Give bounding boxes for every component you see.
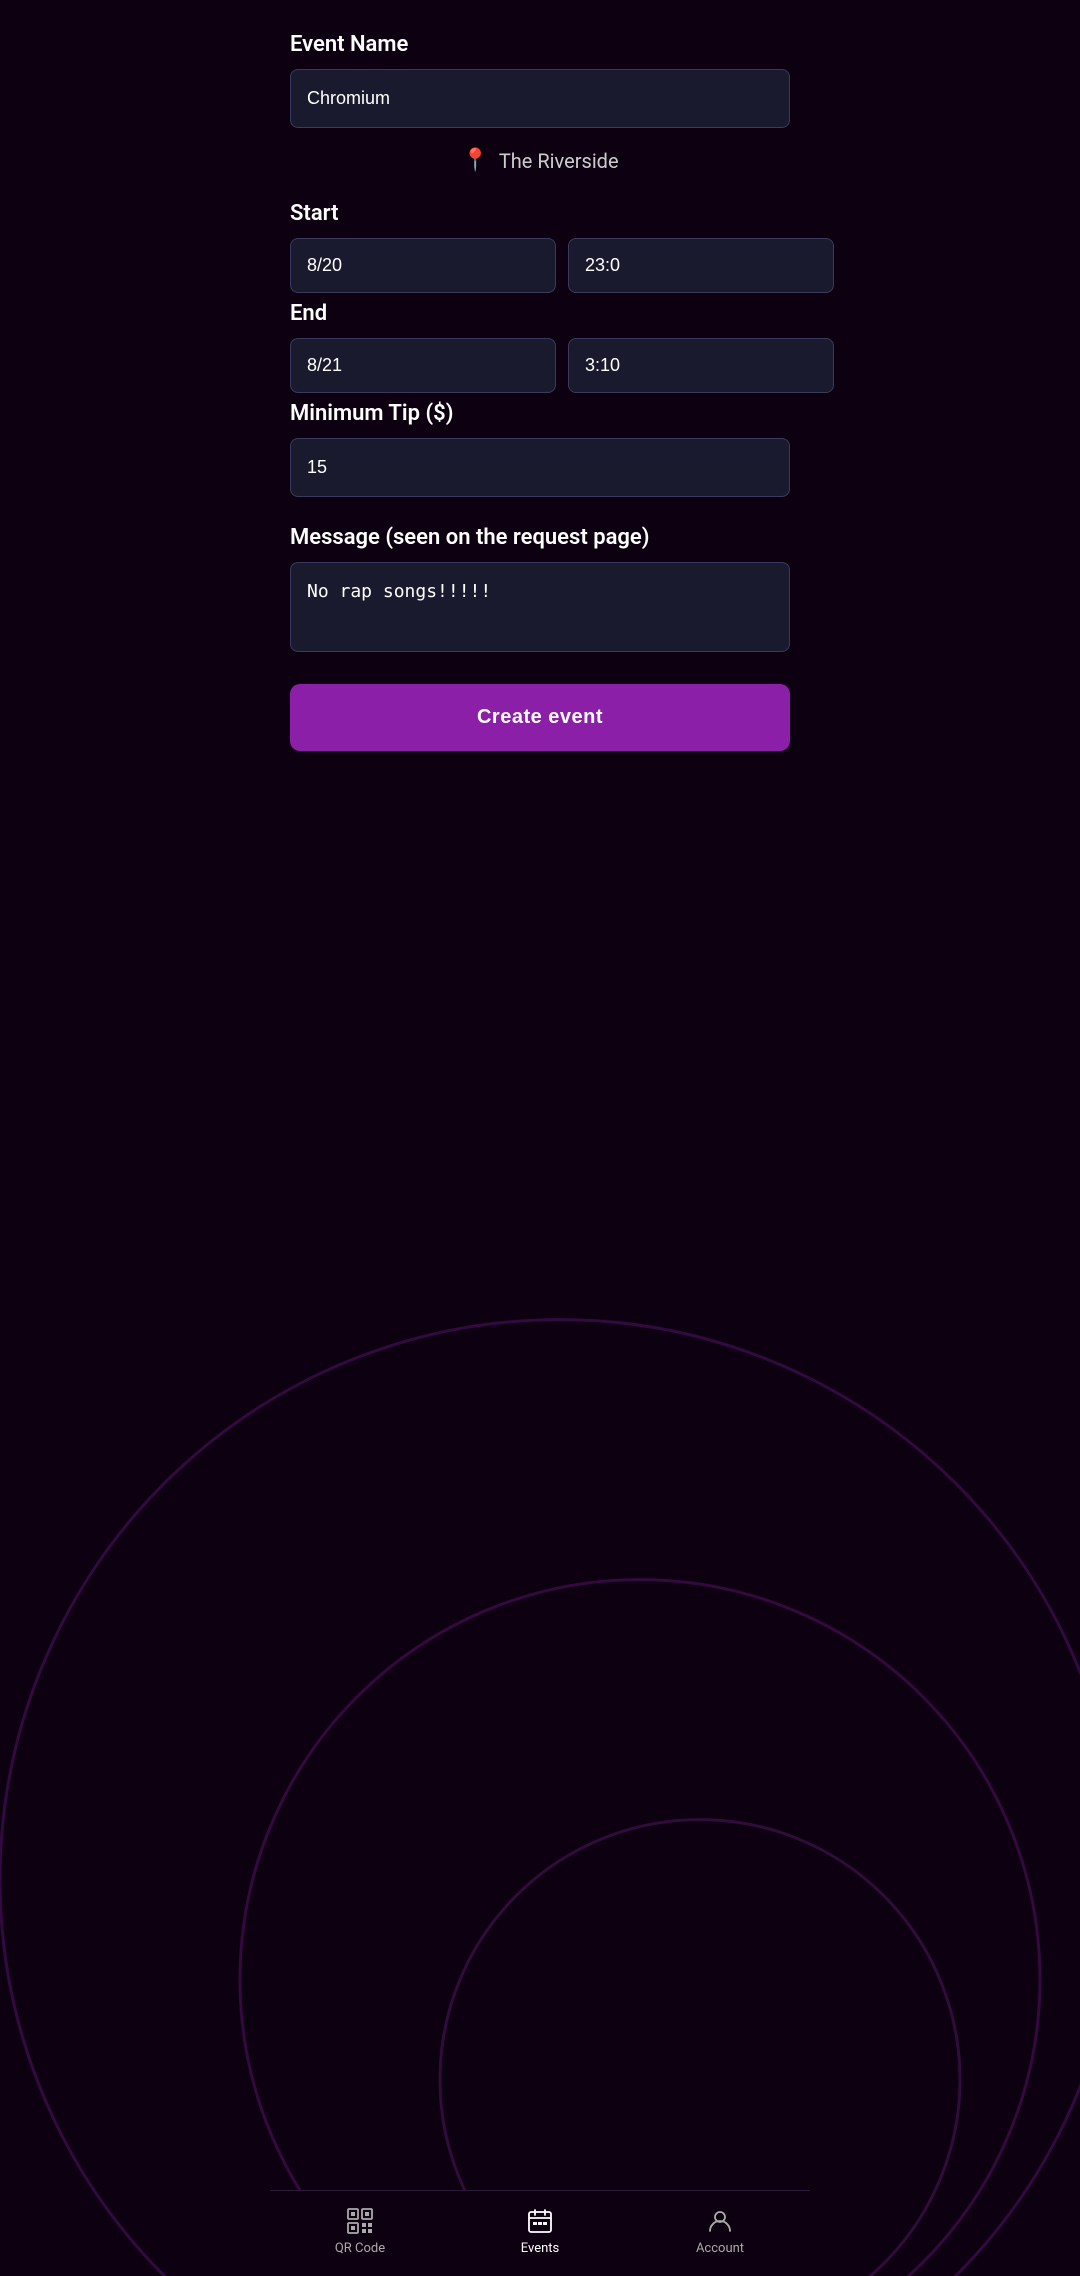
- end-date-time-row: [290, 338, 790, 393]
- bottom-navigation: QR Code Events Account: [270, 2190, 810, 2276]
- end-date-input[interactable]: [290, 338, 556, 393]
- start-date-input[interactable]: [290, 238, 556, 293]
- location-row: 📍 The Riverside: [290, 148, 790, 173]
- min-tip-label: Minimum Tip ($): [290, 401, 790, 426]
- message-label: Message (seen on the request page): [290, 525, 790, 550]
- min-tip-input[interactable]: [290, 438, 790, 497]
- start-time-input[interactable]: [568, 238, 834, 293]
- account-icon: [706, 2207, 734, 2235]
- message-textarea[interactable]: No rap songs!!!!!: [290, 562, 790, 652]
- event-name-input[interactable]: [290, 69, 790, 128]
- nav-account-label: Account: [696, 2241, 744, 2256]
- event-name-label: Event Name: [290, 32, 790, 57]
- nav-item-events[interactable]: Events: [450, 2207, 630, 2256]
- start-date-time-row: [290, 238, 790, 293]
- nav-events-label: Events: [521, 2241, 559, 2256]
- nav-qr-label: QR Code: [335, 2241, 385, 2256]
- end-time-input[interactable]: [568, 338, 834, 393]
- events-icon: [526, 2207, 554, 2235]
- start-label: Start: [290, 201, 790, 226]
- nav-item-account[interactable]: Account: [630, 2207, 810, 2256]
- location-text: The Riverside: [499, 149, 619, 173]
- location-pin-icon: 📍: [461, 148, 488, 173]
- qr-code-icon: [346, 2207, 374, 2235]
- end-label: End: [290, 301, 790, 326]
- nav-item-qr[interactable]: QR Code: [270, 2207, 450, 2256]
- create-event-button[interactable]: Create event: [290, 684, 790, 751]
